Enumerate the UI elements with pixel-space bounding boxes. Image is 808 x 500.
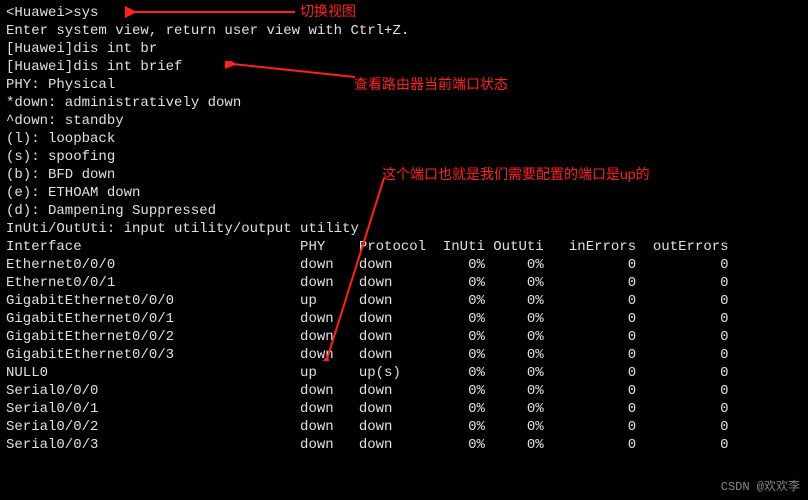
legend-phy: PHY: Physical xyxy=(6,76,802,94)
legend-loopback: (l): loopback xyxy=(6,130,802,148)
iface-table-header: Interface PHY Protocol InUti OutUti inEr… xyxy=(6,238,802,256)
watermark: CSDN @欢欢李 xyxy=(721,478,800,496)
cmd-sys: <Huawei>sys xyxy=(6,4,802,22)
system-view-msg: Enter system view, return user view with… xyxy=(6,22,802,40)
table-row: GigabitEthernet0/0/0 up down 0% 0% 0 0 xyxy=(6,292,802,310)
table-row: GigabitEthernet0/0/3 down down 0% 0% 0 0 xyxy=(6,346,802,364)
cmd-dis-int-brief: [Huawei]dis int brief xyxy=(6,58,802,76)
table-row: GigabitEthernet0/0/1 down down 0% 0% 0 0 xyxy=(6,310,802,328)
cmd-dis-int-br: [Huawei]dis int br xyxy=(6,40,802,58)
table-row: Serial0/0/3 down down 0% 0% 0 0 xyxy=(6,436,802,454)
legend-inouti: InUti/OutUti: input utility/output utili… xyxy=(6,220,802,238)
table-row: NULL0 up up(s) 0% 0% 0 0 xyxy=(6,364,802,382)
table-row: Ethernet0/0/0 down down 0% 0% 0 0 xyxy=(6,256,802,274)
legend-spoofing: (s): spoofing xyxy=(6,148,802,166)
terminal-output[interactable]: <Huawei>sys Enter system view, return us… xyxy=(0,0,808,458)
legend-standby: ^down: standby xyxy=(6,112,802,130)
table-row: Serial0/0/2 down down 0% 0% 0 0 xyxy=(6,418,802,436)
table-row: GigabitEthernet0/0/2 down down 0% 0% 0 0 xyxy=(6,328,802,346)
table-row: Serial0/0/0 down down 0% 0% 0 0 xyxy=(6,382,802,400)
legend-dampening: (d): Dampening Suppressed xyxy=(6,202,802,220)
legend-admin-down: *down: administratively down xyxy=(6,94,802,112)
table-row: Serial0/0/1 down down 0% 0% 0 0 xyxy=(6,400,802,418)
legend-ethoam: (e): ETHOAM down xyxy=(6,184,802,202)
table-row: Ethernet0/0/1 down down 0% 0% 0 0 xyxy=(6,274,802,292)
iface-table-body: Ethernet0/0/0 down down 0% 0% 0 0Etherne… xyxy=(6,256,802,454)
legend-bfd: (b): BFD down xyxy=(6,166,802,184)
